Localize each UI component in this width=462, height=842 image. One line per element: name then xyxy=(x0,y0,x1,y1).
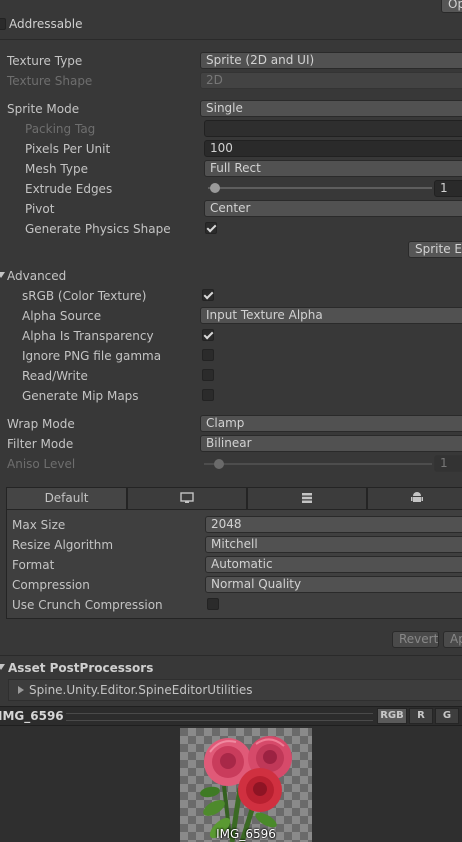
read-write-label: Read/Write xyxy=(22,369,88,383)
rose-bouquet-picture xyxy=(200,736,292,842)
tab-android[interactable] xyxy=(367,487,462,509)
filter-mode-dropdown[interactable]: Bilinear xyxy=(200,435,462,452)
tab-default[interactable]: Default xyxy=(6,487,127,509)
use-crunch-compression-label: Use Crunch Compression xyxy=(12,598,163,612)
postprocessors-header[interactable]: Asset PostProcessors xyxy=(8,660,153,676)
sprite-mode-label: Sprite Mode xyxy=(7,102,80,116)
android-icon xyxy=(411,492,423,502)
aniso-level-slider-knob xyxy=(214,459,224,469)
texture-shape-dropdown: 2D xyxy=(200,72,462,89)
aniso-level-slider-track xyxy=(204,463,432,465)
max-size-dropdown[interactable]: 2048 xyxy=(205,516,462,533)
preview-image-label: IMG_6596 xyxy=(216,827,276,841)
texture-type-dropdown[interactable]: Sprite (2D and UI) xyxy=(200,52,462,69)
preview-image: IMG_6596 xyxy=(180,728,312,842)
alpha-is-transparency-label: Alpha Is Transparency xyxy=(22,329,154,343)
texture-type-label: Texture Type xyxy=(7,54,83,68)
postprocessor-item-label: Spine.Unity.Editor.SpineEditorUtilities xyxy=(29,683,253,697)
revert-button[interactable]: Revert xyxy=(392,631,439,648)
resize-algorithm-label: Resize Algorithm xyxy=(12,538,114,552)
tab-server[interactable] xyxy=(247,487,367,509)
compression-label: Compression xyxy=(12,578,90,592)
server-icon xyxy=(302,493,312,503)
generate-physics-shape-checkbox[interactable] xyxy=(205,222,217,234)
postprocessors-divider xyxy=(0,655,462,656)
extrude-edges-label: Extrude Edges xyxy=(25,182,113,196)
extrude-edges-input[interactable]: 1 xyxy=(434,180,462,197)
extrude-edges-slider-track[interactable] xyxy=(208,187,432,189)
format-dropdown[interactable]: Automatic xyxy=(205,556,462,573)
preview-asset-name: IMG_6596 xyxy=(0,709,64,723)
mesh-type-dropdown[interactable]: Full Rect xyxy=(204,160,462,177)
mesh-type-label: Mesh Type xyxy=(25,162,88,176)
max-size-label: Max Size xyxy=(12,518,66,532)
pixels-per-unit-label: Pixels Per Unit xyxy=(25,142,111,156)
srgb-label: sRGB (Color Texture) xyxy=(22,289,147,303)
srgb-checkbox[interactable] xyxy=(202,289,214,301)
wrap-mode-label: Wrap Mode xyxy=(7,417,75,431)
pixels-per-unit-input[interactable]: 100 xyxy=(204,140,462,157)
generate-mip-maps-label: Generate Mip Maps xyxy=(22,389,139,403)
channel-rgb-button[interactable]: RGB xyxy=(377,708,407,724)
aniso-level-label: Aniso Level xyxy=(7,457,76,471)
open-button[interactable]: Op xyxy=(441,0,462,13)
packing-tag-input[interactable] xyxy=(204,120,462,137)
generate-mip-maps-checkbox[interactable] xyxy=(202,389,214,401)
generate-physics-shape-label: Generate Physics Shape xyxy=(25,222,171,236)
format-label: Format xyxy=(12,558,55,572)
read-write-checkbox[interactable] xyxy=(202,369,214,381)
aniso-level-input: 1 xyxy=(434,455,462,472)
texture-shape-label: Texture Shape xyxy=(7,74,93,88)
preview-toolbar-grip[interactable] xyxy=(66,713,373,721)
apply-button[interactable]: Ap xyxy=(443,631,462,648)
pivot-label: Pivot xyxy=(25,202,55,216)
ignore-png-gamma-checkbox[interactable] xyxy=(202,349,214,361)
compression-dropdown[interactable]: Normal Quality xyxy=(205,576,462,593)
filter-mode-label: Filter Mode xyxy=(7,437,74,451)
use-crunch-compression-checkbox[interactable] xyxy=(207,598,219,610)
channel-r-button[interactable]: R xyxy=(409,708,433,724)
addressable-checkbox[interactable] xyxy=(0,18,6,30)
alpha-source-dropdown[interactable]: Input Texture Alpha xyxy=(200,307,462,324)
packing-tag-label: Packing Tag xyxy=(25,122,96,136)
pivot-dropdown[interactable]: Center xyxy=(204,200,462,217)
alpha-is-transparency-checkbox[interactable] xyxy=(202,329,214,341)
resize-algorithm-dropdown[interactable]: Mitchell xyxy=(205,536,462,553)
wrap-mode-dropdown[interactable]: Clamp xyxy=(200,415,462,432)
sprite-editor-button[interactable]: Sprite Ed xyxy=(408,241,462,258)
advanced-foldout-icon[interactable] xyxy=(0,272,5,278)
extrude-edges-slider-knob[interactable] xyxy=(210,183,220,193)
postprocessor-item-expand-icon[interactable] xyxy=(18,686,24,694)
monitor-icon xyxy=(180,492,194,503)
sprite-mode-dropdown[interactable]: Single xyxy=(200,100,462,117)
postprocessors-foldout-icon[interactable] xyxy=(0,664,5,670)
channel-g-button[interactable]: G xyxy=(435,708,459,724)
ignore-png-gamma-label: Ignore PNG file gamma xyxy=(22,349,162,363)
tab-standalone[interactable] xyxy=(127,487,247,509)
advanced-header[interactable]: Advanced xyxy=(7,268,66,284)
header-divider xyxy=(0,39,462,40)
addressable-label: Addressable xyxy=(9,17,83,31)
alpha-source-label: Alpha Source xyxy=(22,309,102,323)
